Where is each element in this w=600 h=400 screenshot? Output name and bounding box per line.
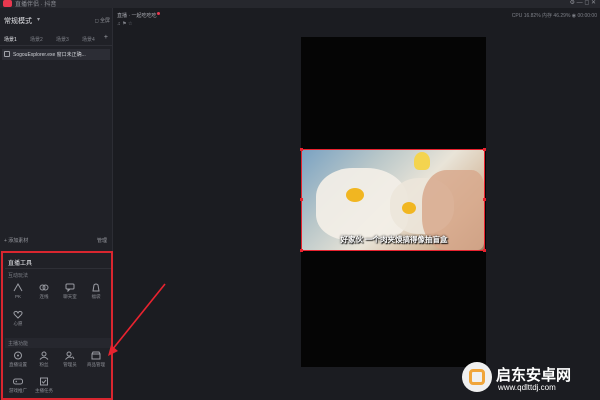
egg-yolk [402,202,416,214]
tool-lucky-bag[interactable]: 福袋 [85,283,107,301]
chat-icon [65,283,75,292]
watermark-url: www.qdlttdj.com [498,383,556,392]
resize-handle[interactable] [483,148,486,151]
resize-handle[interactable] [483,198,486,201]
video-source-layer[interactable]: 好家伙 一个肉夹馍搞得像抽盲盒 [301,149,485,251]
tool-chat[interactable]: 聊天室 [59,283,81,301]
source-list-item[interactable]: SogouExplorer.exe 窗口未正确... [2,49,110,60]
section-anchor: 主播功能 [8,341,29,347]
resize-handle[interactable] [300,198,303,201]
toy-figure [414,152,430,170]
preview-header: 直播 · 一起吃吃吃 ♫ ⚑ ☆ CPU 16.82% 内存 46.29% ◉ … [114,8,600,32]
divider [5,268,111,269]
source-label: SogouExplorer.exe 窗口未正确... [13,52,86,58]
resize-handle[interactable] [300,148,303,151]
tool-fans[interactable]: 粉丝 [33,351,55,369]
section-interactive: 互动玩法 [8,273,29,279]
window-source-icon [4,51,10,57]
egg-yolk [346,188,364,202]
resize-handle[interactable] [483,249,486,252]
watermark: 启东安卓网 www.qdlttdj.com [462,358,600,400]
tool-label: 商品管理 [87,362,105,367]
add-scene-button[interactable]: + [104,34,108,41]
watermark-logo-icon [462,362,492,392]
tool-admin[interactable]: 管理员 [59,351,81,369]
task-icon [40,377,48,386]
chevron-down-icon[interactable]: ▾ [37,16,40,23]
lucky-bag-icon [92,283,100,292]
tool-shop[interactable]: 商品管理 [85,351,107,369]
tool-label: 心愿 [13,321,23,326]
tool-label: 连线 [39,294,49,299]
tab-scene-3[interactable]: 场景3 [56,36,69,43]
tab-scene-4[interactable]: 场景4 [82,36,95,43]
tab-scene-2[interactable]: 场景2 [30,36,43,43]
wish-icon [13,310,23,319]
fans-icon [39,351,49,360]
tool-game-promo[interactable]: 游戏推广 [7,377,29,395]
mode-title: 常规模式 [4,18,32,25]
live-title[interactable]: 直播 · 一起吃吃吃 [117,12,161,19]
tab-scene-1[interactable]: 场景1 [4,36,17,43]
edit-dot-icon [157,12,161,15]
tool-pk[interactable]: PK [7,283,29,301]
tool-label: 游戏推广 [9,388,27,393]
manage-button[interactable]: 管理 [97,237,107,244]
live-tools-panel: 直播工具 互动玩法 PK 连线 聊天室 福袋 心愿 主播功能 直播设置 粉丝 管… [1,251,113,400]
live-companion-app: 直播伴侣 · 抖音 ⚙ — ◻ ✕ 常规模式 ▾ ◻ 全屏 场景1 场景2 场景… [0,0,600,400]
video-caption: 好家伙 一个肉夹馍搞得像抽盲盒 [340,235,448,244]
tool-label: 粉丝 [39,362,49,367]
resize-handle[interactable] [300,249,303,252]
app-logo-icon [3,0,12,7]
link-icon [39,284,49,291]
shop-icon [91,351,101,360]
tool-label: 聊天室 [63,294,77,299]
performance-stats: CPU 16.82% 内存 46.29% ◉ 00:00:00 [511,13,597,19]
gamepad-icon [13,378,23,385]
fullscreen-button[interactable]: ◻ 全屏 [94,17,110,24]
tool-label: 直播设置 [9,362,27,367]
admin-icon [65,351,75,360]
app-name: 直播伴侣 · 抖音 [15,2,57,8]
mode-selector[interactable]: 常规模式 ▾ ◻ 全屏 [4,16,110,28]
tool-label: 管理员 [63,362,77,367]
tool-live-settings[interactable]: 直播设置 [7,351,29,369]
add-source-button[interactable]: + 添加素材 [4,237,28,244]
tool-label: 主播任务 [35,388,53,393]
window-controls[interactable]: ⚙ — ◻ ✕ [570,0,596,6]
tools-title: 直播工具 [8,261,33,267]
preview-toolbar[interactable]: ♫ ⚑ ☆ [117,21,133,27]
scene-tabs: 场景1 场景2 场景3 场景4 + [0,34,112,46]
tool-label: PK [14,294,21,299]
tool-link[interactable]: 连线 [33,283,55,301]
tool-anchor-task[interactable]: 主播任务 [33,377,55,395]
pk-icon [13,283,23,292]
live-settings-icon [14,351,22,360]
tool-wish[interactable]: 心愿 [7,310,29,328]
watermark-name: 启东安卓网 [496,367,572,384]
title-bar: 直播伴侣 · 抖音 ⚙ — ◻ ✕ [0,0,600,8]
tool-label: 福袋 [91,294,101,299]
